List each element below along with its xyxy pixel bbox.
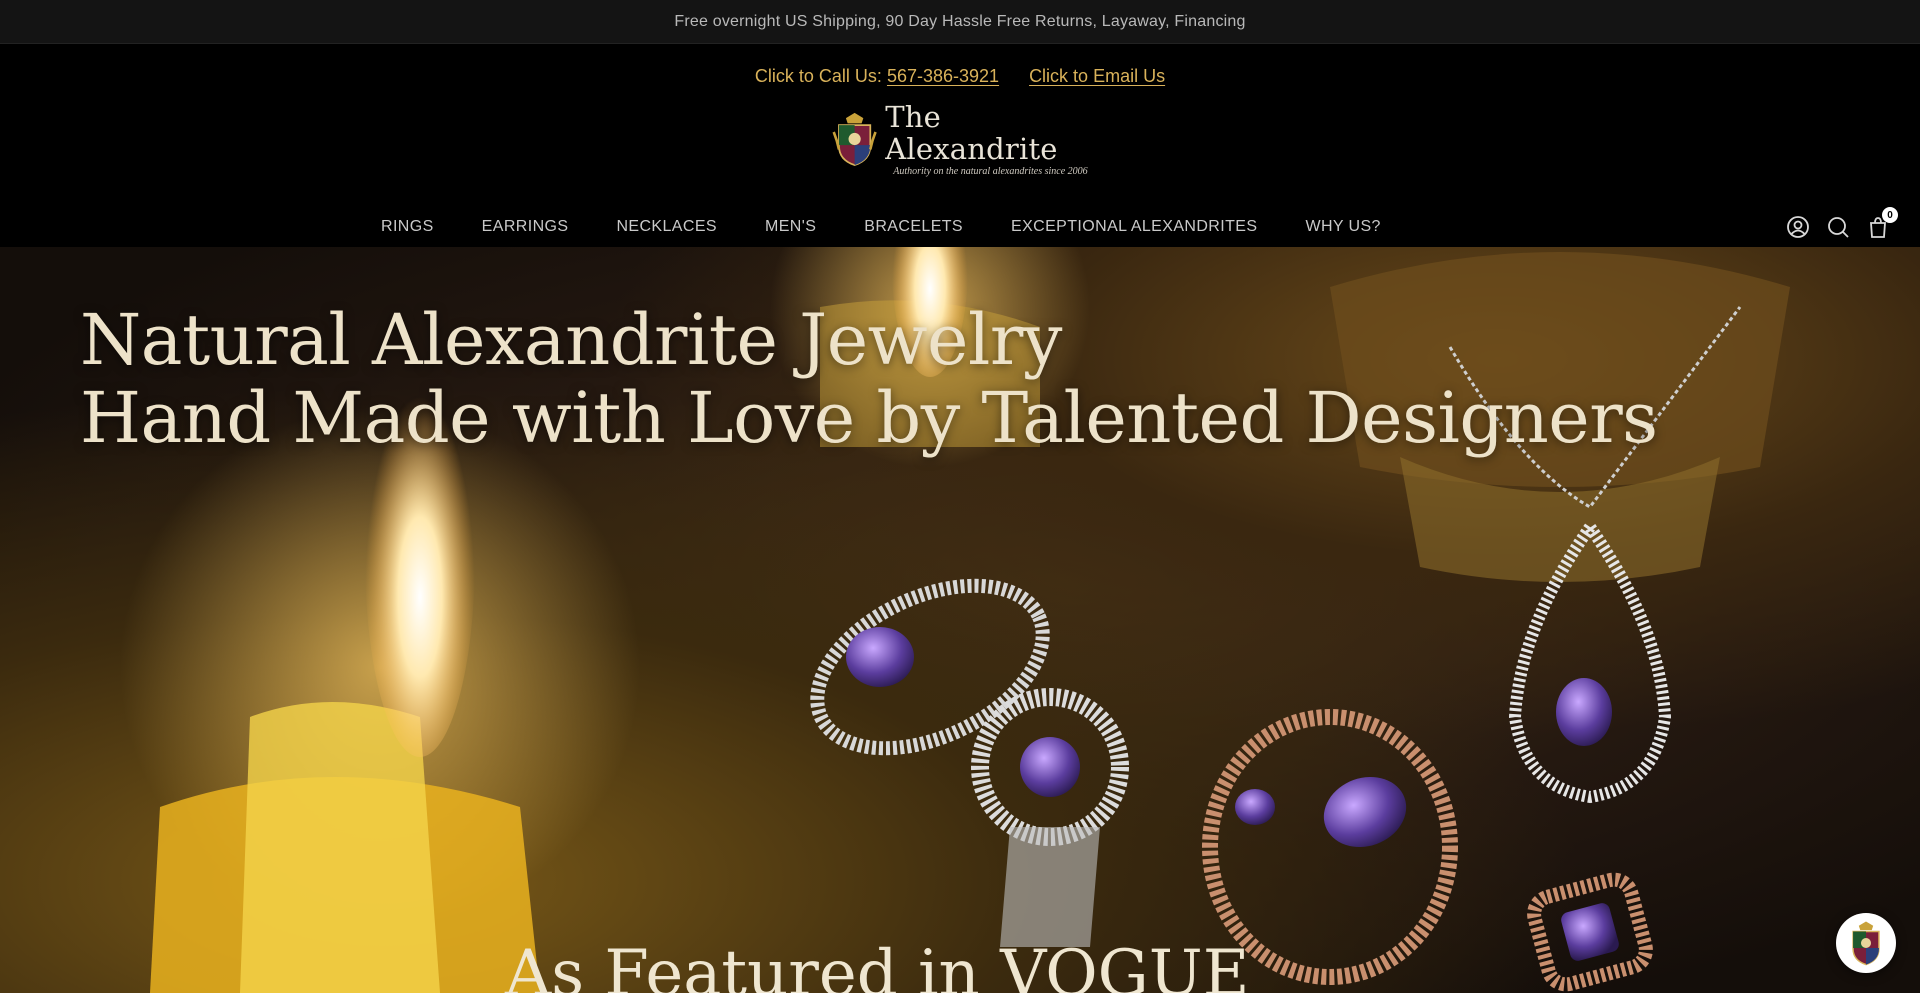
hero-heading: Natural Alexandrite Jewelry Hand Made wi… — [80, 301, 1658, 457]
nav-item-necklaces[interactable]: NECKLACES — [616, 218, 717, 236]
brand-tagline: Authority on the natural alexandrites si… — [893, 166, 1088, 177]
hero-line-2: Hand Made with Love by Talented Designer… — [80, 377, 1658, 459]
announcement-text: Free overnight US Shipping, 90 Day Hassl… — [674, 12, 1246, 30]
hero-banner: Natural Alexandrite Jewelry Hand Made wi… — [0, 247, 1920, 993]
site-logo[interactable]: The Alexandrite Authority on the natural… — [832, 101, 1092, 177]
main-nav: RINGS EARRINGS NECKLACES MEN'S BRACELETS… — [0, 207, 1920, 247]
nav-item-earrings[interactable]: EARRINGS — [482, 218, 569, 236]
brand-name: The Alexandrite — [885, 100, 1058, 166]
cart-icon[interactable]: 0 — [1866, 207, 1898, 239]
nav-menu: RINGS EARRINGS NECKLACES MEN'S BRACELETS… — [381, 207, 1381, 247]
site-header: Click to Call Us: 567-386-3921 Click to … — [0, 44, 1920, 247]
featured-heading: As Featured in VOGUE — [505, 937, 1250, 993]
hero-line-1: Natural Alexandrite Jewelry — [80, 299, 1062, 381]
header-icons: 0 — [1786, 207, 1898, 239]
cart-count-badge: 0 — [1882, 207, 1898, 223]
nav-item-why-us[interactable]: WHY US? — [1305, 218, 1380, 236]
nav-item-exceptional-alexandrites[interactable]: EXCEPTIONAL ALEXANDRITES — [1011, 218, 1257, 236]
contact-bar: Click to Call Us: 567-386-3921 Click to … — [0, 66, 1920, 87]
crest-icon — [1852, 921, 1880, 966]
brand-text: The Alexandrite Authority on the natural… — [885, 101, 1092, 177]
call-prefix: Click to Call Us: — [754, 66, 882, 86]
call-group: Click to Call Us: 567-386-3921 — [755, 66, 999, 87]
announcement-bar: Free overnight US Shipping, 90 Day Hassl… — [0, 0, 1920, 44]
nav-item-bracelets[interactable]: BRACELETS — [864, 218, 963, 236]
account-icon[interactable] — [1786, 215, 1810, 239]
email-link[interactable]: Click to Email Us — [1029, 66, 1165, 87]
phone-link[interactable]: 567-386-3921 — [887, 66, 999, 86]
chat-widget-button[interactable] — [1836, 913, 1896, 973]
nav-item-rings[interactable]: RINGS — [381, 218, 434, 236]
crest-icon — [832, 112, 877, 167]
nav-item-mens[interactable]: MEN'S — [765, 218, 816, 236]
search-icon[interactable] — [1826, 215, 1850, 239]
